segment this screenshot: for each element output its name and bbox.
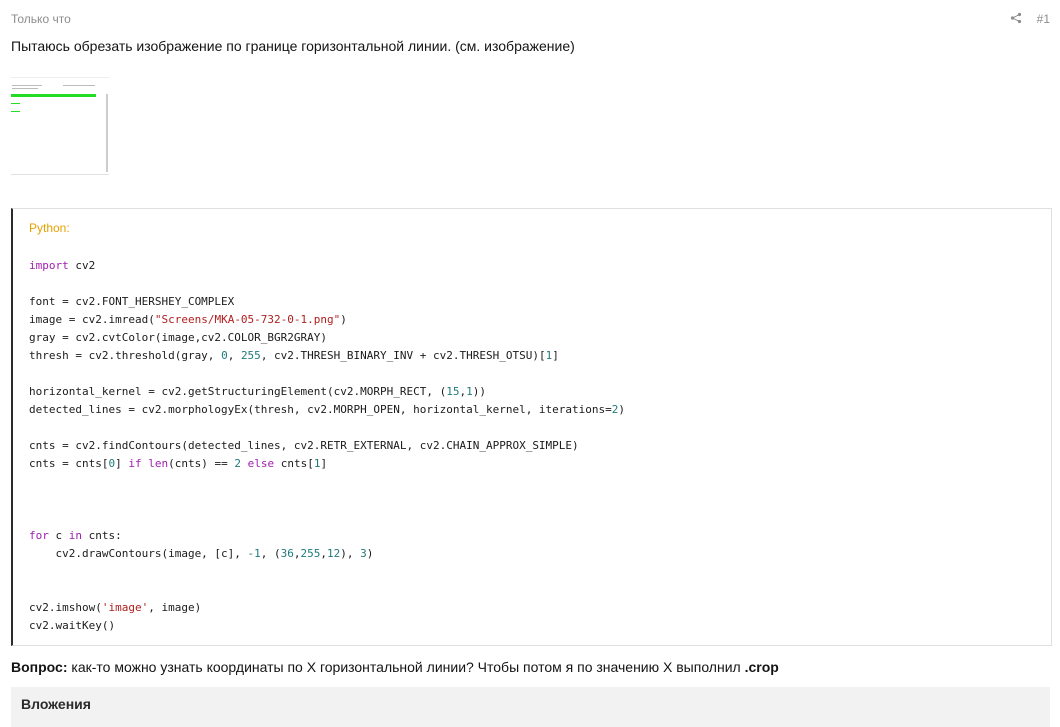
- code-block-title: Python:: [29, 221, 70, 235]
- post-number[interactable]: #1: [1037, 12, 1050, 26]
- code-line: cv2.drawContours(image, [c], -1, (36,255…: [29, 545, 625, 563]
- code-token: cv2.imshow(: [29, 601, 102, 614]
- code-token: -1: [247, 547, 261, 560]
- code-line: cnts = cv2.findContours(detected_lines, …: [29, 437, 625, 455]
- code-line: horizontal_kernel = cv2.getStructuringEl…: [29, 383, 625, 401]
- code-token: horizontal_kernel = cv2.getStructuringEl…: [29, 385, 447, 398]
- code-token: ): [618, 403, 626, 416]
- code-token: 1: [466, 385, 473, 398]
- code-token: in: [68, 529, 82, 542]
- code-line: import cv2: [29, 257, 625, 275]
- code-token: cnts:: [82, 529, 122, 542]
- code-token: 2: [234, 457, 241, 470]
- code-token: detected_lines = cv2.morphologyEx(thresh…: [29, 403, 612, 416]
- code-token: 'image': [101, 601, 149, 614]
- thumbnail-text-line: [12, 85, 42, 86]
- code-line: ​: [29, 563, 625, 581]
- code-line: cnts = cnts[0] if len(cnts) == 2 else cn…: [29, 455, 625, 473]
- code-line: ​: [29, 491, 625, 509]
- code-block: Python: import cv2​font = cv2.FONT_HERSH…: [11, 208, 1052, 646]
- code-token: ]: [320, 457, 328, 470]
- thumbnail-url-line: [63, 85, 95, 86]
- question-text: как-то можно узнать координаты по X гори…: [67, 659, 745, 675]
- code-token: cv2.waitKey(): [29, 619, 116, 632]
- code-line: ​: [29, 473, 625, 491]
- code-line: for c in cnts:: [29, 527, 625, 545]
- code-token: font = cv2.FONT_HERSHEY_COMPLEX: [29, 295, 235, 308]
- code-token: ): [340, 313, 347, 326]
- attachments-label: Вложения: [21, 696, 91, 712]
- code-token: 255: [300, 547, 321, 560]
- attachments-section: Вложения: [11, 687, 1050, 727]
- code-token: gray = cv2.cvtColor(image,cv2.COLOR_BGR2…: [29, 331, 328, 344]
- code-token: len: [148, 457, 169, 470]
- code-token: else: [247, 457, 275, 470]
- code-token: , image): [148, 601, 202, 614]
- code-line: image = cv2.imread("Screens/MKA-05-732-0…: [29, 311, 625, 329]
- code-line: ​: [29, 509, 625, 527]
- code-token: cv2: [68, 259, 96, 272]
- thumbnail-text-line: [12, 88, 38, 89]
- code-token: import: [29, 259, 69, 272]
- code-line: thresh = cv2.threshold(gray, 0, 255, cv2…: [29, 347, 625, 365]
- code-token: image = cv2.imread(: [29, 313, 155, 326]
- code-token: , cv2.THRESH_BINARY_INV + cv2.THRESH_OTS…: [260, 349, 546, 362]
- code-token: cnts[: [274, 457, 314, 470]
- code-line: cv2.imshow('image', image): [29, 599, 625, 617]
- code-token: c: [48, 529, 69, 542]
- code-token: ,: [293, 547, 301, 560]
- code-token: 255: [240, 349, 261, 362]
- code-token: "Screens/MKA-05-732-0-1.png": [154, 313, 341, 326]
- code-token: (cnts) ==: [168, 457, 235, 470]
- code-line: cv2.waitKey(): [29, 617, 625, 635]
- thumbnail-green-line: [11, 103, 20, 104]
- code-token: if: [128, 457, 142, 470]
- thumbnail-scrollbar: [106, 94, 108, 172]
- post-intro-text: Пытаюсь обрезать изображение по границе …: [11, 38, 575, 54]
- code-line: ​: [29, 275, 625, 293]
- thumbnail-green-line: [11, 94, 96, 97]
- post-timestamp[interactable]: Только что: [11, 12, 71, 26]
- thumbnail-green-line: [11, 111, 20, 112]
- question-code-word: .crop: [744, 659, 779, 675]
- code-token: )): [472, 385, 486, 398]
- code-token: , (: [260, 547, 281, 560]
- code-token: for: [29, 529, 49, 542]
- code-token: cnts = cv2.findContours(detected_lines, …: [29, 439, 579, 452]
- post-header: Только что #1: [11, 10, 1050, 26]
- code-line: font = cv2.FONT_HERSHEY_COMPLEX: [29, 293, 625, 311]
- code-token: cv2.drawContours(image, [c],: [29, 547, 248, 560]
- code-token: ]: [115, 457, 129, 470]
- code-token: ]: [552, 349, 559, 362]
- share-icon[interactable]: [1010, 12, 1022, 24]
- question-label: Вопрос:: [11, 659, 68, 675]
- code-line: detected_lines = cv2.morphologyEx(thresh…: [29, 401, 625, 419]
- code-token: 0: [221, 349, 228, 362]
- code-token: 15: [446, 385, 460, 398]
- code-line: ​: [29, 365, 625, 383]
- thumbnail-window-bar: [11, 74, 109, 78]
- code-token: 3: [360, 547, 367, 560]
- code-token: ),: [340, 547, 361, 560]
- code-token: cnts = cnts[: [29, 457, 109, 470]
- code-token: ): [366, 547, 374, 560]
- code-token: ,: [227, 349, 241, 362]
- code-body[interactable]: import cv2​font = cv2.FONT_HERSHEY_COMPL…: [29, 257, 625, 635]
- code-token: 12: [327, 547, 341, 560]
- question-paragraph: Вопрос: как-то можно узнать координаты п…: [11, 658, 779, 676]
- code-line: ​: [29, 581, 625, 599]
- attached-image-thumbnail[interactable]: [11, 74, 109, 175]
- code-line: ​: [29, 419, 625, 437]
- code-token: thresh = cv2.threshold(gray,: [29, 349, 222, 362]
- code-line: gray = cv2.cvtColor(image,cv2.COLOR_BGR2…: [29, 329, 625, 347]
- code-token: 36: [280, 547, 294, 560]
